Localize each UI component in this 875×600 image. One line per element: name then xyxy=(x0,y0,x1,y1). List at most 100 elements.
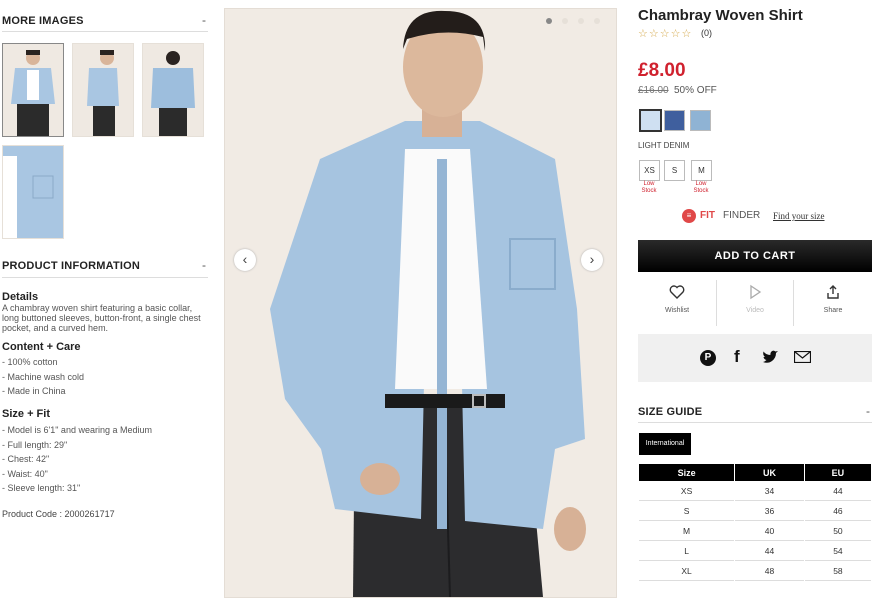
spec-item: - Waist: 40" xyxy=(2,468,48,479)
table-row: M 40 50 xyxy=(639,522,871,541)
main-product-image xyxy=(224,8,617,598)
product-code: Product Code : 2000261717 xyxy=(2,509,115,519)
table-row: L 44 54 xyxy=(639,542,871,561)
thumbnail-front[interactable] xyxy=(2,43,64,137)
spec-item: - Sleeve length: 31" xyxy=(2,483,81,493)
table-cell: XS xyxy=(639,482,735,501)
spec-item: - Model is 6'1" and wearing a Medium xyxy=(2,425,152,435)
details-title: Details xyxy=(2,291,39,303)
selected-color-name: LIGHT DENIM xyxy=(638,141,690,150)
wishlist-button[interactable]: Wishlist xyxy=(638,284,716,314)
shirt-detail-image xyxy=(3,146,63,238)
table-cell: 58 xyxy=(804,562,871,581)
find-your-size-link[interactable]: Find your size xyxy=(773,211,825,221)
spec-item: - 100% cotton xyxy=(2,357,58,367)
table-cell: XL xyxy=(639,562,735,581)
spec-item: - Machine wash cold xyxy=(2,371,85,382)
fit-finder-brand-suffix: FINDER xyxy=(723,210,761,221)
size-option-m[interactable]: M xyxy=(691,160,712,181)
action-bar: Wishlist Video Share xyxy=(638,280,872,326)
model-front-image xyxy=(3,44,63,136)
divider xyxy=(638,422,872,423)
spec-item: - Full length: 29" xyxy=(2,439,68,450)
carousel-dot[interactable] xyxy=(578,18,584,24)
thumbnail-side[interactable] xyxy=(72,43,134,137)
table-header-row: Size UK EU xyxy=(639,464,871,481)
facebook-icon[interactable]: f xyxy=(734,347,740,367)
tab-international[interactable]: International xyxy=(639,433,691,455)
spec-item: - Made in China xyxy=(2,386,66,396)
carousel-dot[interactable] xyxy=(594,18,600,24)
product-information-collapse-toggle[interactable]: - xyxy=(202,258,206,272)
video-button[interactable]: Video xyxy=(716,284,794,314)
table-cell: 48 xyxy=(735,562,804,581)
discount-label: 50% OFF xyxy=(674,85,717,96)
size-guide-heading: SIZE GUIDE xyxy=(638,406,703,418)
table-cell: 44 xyxy=(804,482,871,501)
size-fit-list: - Model is 6'1" and wearing a Medium - F… xyxy=(2,423,152,496)
size-guide-collapse-toggle[interactable]: - xyxy=(866,404,870,418)
table-cell: 54 xyxy=(804,542,871,561)
wishlist-label: Wishlist xyxy=(664,307,690,314)
share-icon xyxy=(827,285,839,299)
add-to-cart-button[interactable]: ADD TO CART xyxy=(638,240,872,272)
table-row: XL 48 58 xyxy=(639,562,871,581)
previous-image-arrow-icon[interactable]: ‹ xyxy=(234,249,256,271)
more-images-collapse-toggle[interactable]: - xyxy=(202,13,206,27)
table-cell: 50 xyxy=(804,522,871,541)
table-cell: 40 xyxy=(735,522,804,541)
play-icon xyxy=(750,284,762,300)
color-swatch-light-denim[interactable] xyxy=(639,109,662,132)
table-cell: 46 xyxy=(804,502,871,521)
table-row: S 36 46 xyxy=(639,502,871,521)
email-icon[interactable] xyxy=(794,351,811,363)
table-cell: 36 xyxy=(735,502,804,521)
carousel-dot[interactable] xyxy=(546,18,552,24)
twitter-icon[interactable] xyxy=(762,350,779,365)
thumbnail-detail[interactable] xyxy=(2,145,64,239)
size-option-s[interactable]: S xyxy=(664,160,685,181)
fit-finder-brand: FIT xyxy=(700,210,715,221)
sale-price: £8.00 xyxy=(638,60,686,81)
product-title: Chambray Woven Shirt xyxy=(638,7,803,24)
product-information-heading: PRODUCT INFORMATION xyxy=(2,260,141,272)
table-cell: L xyxy=(639,542,735,561)
share-label: Share xyxy=(823,307,843,314)
color-swatch-medium-denim[interactable] xyxy=(690,110,711,131)
details-text: A chambray woven shirt featuring a basic… xyxy=(2,303,201,333)
column-header: UK xyxy=(735,464,804,481)
share-button[interactable]: Share xyxy=(794,284,872,314)
model-back-image xyxy=(143,44,203,136)
carousel-dot[interactable] xyxy=(562,18,568,24)
content-care-list: - 100% cotton - Machine wash cold - Made… xyxy=(2,355,84,399)
rating-stars-icon[interactable]: ☆☆☆☆☆ xyxy=(638,27,692,40)
table-row: XS 34 44 xyxy=(639,482,871,501)
social-share-bar: P f xyxy=(638,334,872,382)
fit-finder-icon: ≡ xyxy=(682,209,696,223)
thumbnail-back[interactable] xyxy=(142,43,204,137)
heart-icon xyxy=(669,285,685,299)
table-cell: S xyxy=(639,502,735,521)
column-header: Size xyxy=(639,464,735,481)
review-count[interactable]: (0) xyxy=(701,28,712,38)
size-guide-table: Size UK EU XS 34 44 S 36 46 M 40 50 L 44… xyxy=(638,463,872,582)
model-wearing-shirt-image xyxy=(225,9,616,597)
column-header: EU xyxy=(804,464,871,481)
table-cell: 34 xyxy=(735,482,804,501)
spec-item: - Chest: 42" xyxy=(2,454,50,464)
more-images-heading: MORE IMAGES xyxy=(2,15,84,27)
table-cell: 44 xyxy=(735,542,804,561)
size-option-xs[interactable]: XS xyxy=(639,160,660,181)
color-swatch-dark-denim[interactable] xyxy=(664,110,685,131)
low-stock-label: Low Stock xyxy=(641,181,657,194)
pinterest-icon[interactable]: P xyxy=(700,350,716,366)
content-care-title: Content + Care xyxy=(2,341,81,353)
divider xyxy=(2,31,208,32)
size-fit-title: Size + Fit xyxy=(2,408,50,420)
divider xyxy=(2,277,208,278)
table-cell: M xyxy=(639,522,735,541)
next-image-arrow-icon[interactable]: › xyxy=(581,249,603,271)
original-price: £16.00 xyxy=(638,85,669,96)
model-side-image xyxy=(73,44,133,136)
video-label: Video xyxy=(746,307,764,314)
